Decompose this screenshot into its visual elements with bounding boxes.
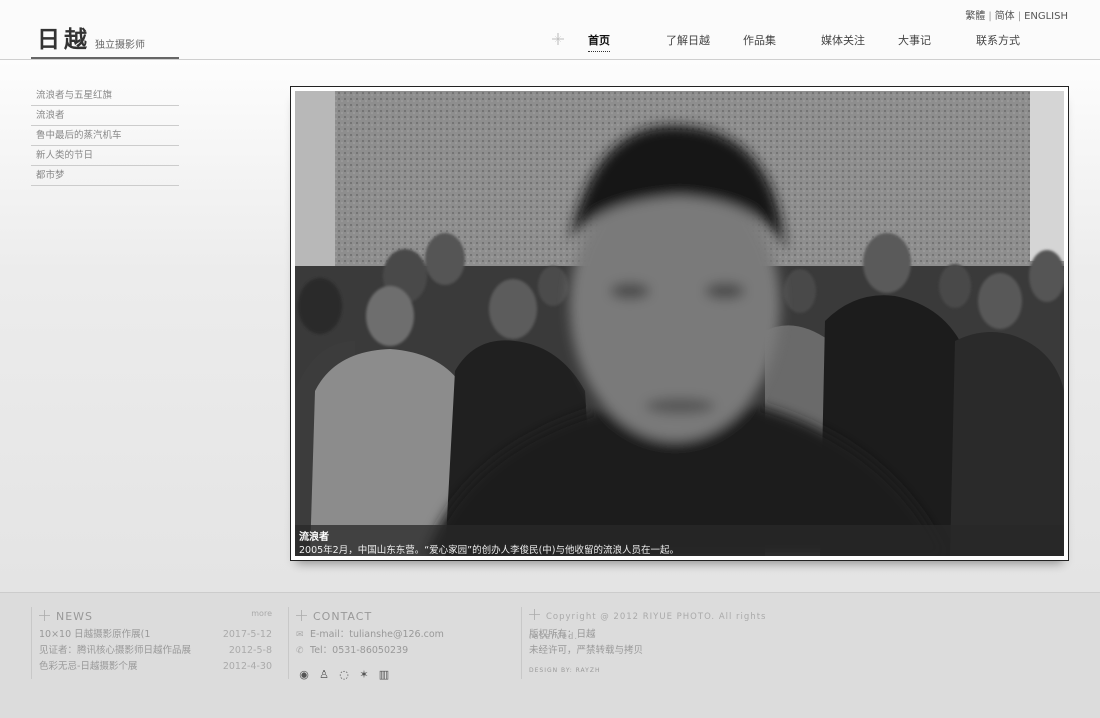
lang-traditional[interactable]: 繁體 xyxy=(965,11,985,22)
news-item[interactable]: 10×10 日越摄影原作展(1 2017-5-12 xyxy=(39,627,272,643)
contact-phone-text: Tel：0531-86050239 xyxy=(310,645,409,656)
photo-illustration xyxy=(295,91,1064,556)
news-heading: NEWS xyxy=(56,610,94,623)
contact-email-text[interactable]: E-mail：tulianshe@126.com xyxy=(310,629,444,640)
news-more-link[interactable]: more xyxy=(251,609,272,618)
lang-simplified[interactable]: 简体 xyxy=(995,11,1015,22)
design-credit: DESIGN BY: RAYZH xyxy=(529,667,601,674)
caption-title: 流浪者 xyxy=(299,532,329,543)
site-logo[interactable]: 日越 xyxy=(37,20,91,54)
copyright-owner: 版权所有：日越 xyxy=(529,629,596,640)
social-links: ◉ ♙ ◌ ✶ ▥ xyxy=(296,663,511,682)
weibo-icon[interactable]: ◉ xyxy=(296,668,312,682)
news-item-date: 2012-5-8 xyxy=(228,645,272,656)
footer: NEWS more 10×10 日越摄影原作展(1 2017-5-12 见证者：… xyxy=(0,592,1100,718)
slideshow-frame: 流浪者 2005年2月，中国山东东营。“爱心家园”的创办人李俊民(中)与他收留的… xyxy=(290,86,1069,561)
phone-icon: ✆ xyxy=(296,646,304,656)
news-item-title[interactable]: 见证者：腾讯核心摄影师日越作品展 xyxy=(39,645,191,656)
footer-news: NEWS more 10×10 日越摄影原作展(1 2017-5-12 见证者：… xyxy=(39,607,272,675)
contact-phone: ✆ Tel：0531-86050239 xyxy=(296,643,511,659)
logo-underline xyxy=(31,57,179,59)
sidebar-item-new-human-festival[interactable]: 新人类的节日 xyxy=(31,146,179,166)
lang-english[interactable]: ENGLISH xyxy=(1024,11,1068,22)
nav-home[interactable]: 首页 xyxy=(588,32,610,52)
chat-icon[interactable]: ◌ xyxy=(336,668,352,682)
site-subtitle: 独立摄影师 xyxy=(95,40,145,51)
sparkle-icon xyxy=(296,610,307,621)
stats-icon[interactable]: ▥ xyxy=(376,668,392,682)
copyright-notice: 未经许可，严禁转载与拷贝 xyxy=(529,645,644,656)
sidebar: 流浪者与五星红旗 流浪者 鲁中最后的蒸汽机车 新人类的节日 都市梦 xyxy=(31,86,179,186)
sparkle-icon xyxy=(529,609,540,620)
nav-events[interactable]: 大事记 xyxy=(898,32,931,48)
footer-divider xyxy=(31,607,32,679)
footer-copyright: Copyright @ 2012 RIYUE PHOTO. All rights… xyxy=(529,607,809,674)
nav-contact[interactable]: 联系方式 xyxy=(976,32,1020,48)
footer-divider xyxy=(288,607,289,679)
mail-icon: ✉ xyxy=(296,630,304,640)
footer-divider xyxy=(521,607,522,679)
sidebar-item-wanderer-flag[interactable]: 流浪者与五星红旗 xyxy=(31,86,179,106)
news-item-title[interactable]: 色彩无忌-日越摄影个展 xyxy=(39,661,137,672)
nav-media[interactable]: 媒体关注 xyxy=(821,32,865,48)
caption-text: 2005年2月，中国山东东营。“爱心家园”的创办人李俊民(中)与他收留的流浪人员… xyxy=(299,545,679,556)
news-item-title[interactable]: 10×10 日越摄影原作展(1 xyxy=(39,629,150,640)
footer-contact: CONTACT ✉ E-mail：tulianshe@126.com ✆ Tel：0… xyxy=(296,607,511,682)
news-item-date: 2017-5-12 xyxy=(222,629,272,640)
news-item[interactable]: 色彩无忌-日越摄影个展 2012-4-30 xyxy=(39,659,272,675)
contact-email[interactable]: ✉ E-mail：tulianshe@126.com xyxy=(296,627,511,643)
contact-heading: CONTACT xyxy=(313,610,373,623)
news-item-date: 2012-4-30 xyxy=(222,661,272,672)
qq-icon[interactable]: ♙ xyxy=(316,668,332,682)
star-icon[interactable]: ✶ xyxy=(356,668,372,682)
sparkle-icon xyxy=(552,33,564,45)
language-switcher: 繁體 | 简体 | ENGLISH xyxy=(965,11,1068,22)
news-item[interactable]: 见证者：腾讯核心摄影师日越作品展 2012-5-8 xyxy=(39,643,272,659)
sidebar-item-wanderer[interactable]: 流浪者 xyxy=(31,106,179,126)
slideshow-photo[interactable]: 流浪者 2005年2月，中国山东东营。“爱心家园”的创办人李俊民(中)与他收留的… xyxy=(295,91,1064,556)
nav-portfolio[interactable]: 作品集 xyxy=(743,32,776,48)
header-bar: 日越 独立摄影师 繁體 | 简体 | ENGLISH 首页 了解日越 作品集 媒体关注 … xyxy=(0,0,1100,60)
sidebar-item-urban-dream[interactable]: 都市梦 xyxy=(31,166,179,186)
sidebar-item-steam-locomotive[interactable]: 鲁中最后的蒸汽机车 xyxy=(31,126,179,146)
photo-caption: 流浪者 2005年2月，中国山东东营。“爱心家园”的创办人李俊民(中)与他收留的… xyxy=(295,525,1064,556)
nav-about[interactable]: 了解日越 xyxy=(666,32,710,48)
sparkle-icon xyxy=(39,610,50,621)
